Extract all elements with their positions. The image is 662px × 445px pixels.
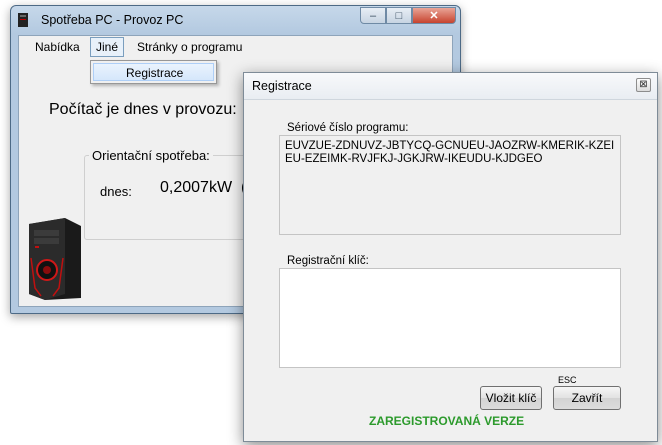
jine-dropdown-menu: Registrace bbox=[90, 60, 217, 84]
pc-case-image bbox=[29, 218, 81, 300]
menu-nabidka[interactable]: Nabídka bbox=[30, 40, 85, 54]
registration-key-field[interactable] bbox=[279, 268, 621, 368]
dialog-close-icon[interactable]: ⊠ bbox=[636, 78, 651, 92]
maximize-button[interactable]: □ bbox=[386, 7, 412, 24]
serial-number-field[interactable]: EUVZUE-ZDNUVZ-JBTYCQ-GCNUEU-JAOZRW-KMERI… bbox=[279, 135, 621, 235]
dialog-titlebar[interactable]: Registrace ⊠ bbox=[244, 73, 657, 100]
today-label: dnes: bbox=[100, 184, 132, 199]
minimize-button[interactable]: – bbox=[360, 7, 386, 24]
dialog-close-button[interactable]: Zavřít bbox=[553, 386, 621, 410]
uptime-label: Počítač je dnes v provozu: bbox=[49, 101, 237, 118]
caption-buttons: – □ ✕ bbox=[360, 7, 456, 25]
close-icon: ✕ bbox=[429, 10, 439, 22]
paste-key-button[interactable]: Vložit klíč bbox=[480, 386, 542, 410]
menu-bar: Nabídka Jiné Stránky o programu bbox=[19, 36, 452, 58]
window-title: Spotřeba PC - Provoz PC bbox=[41, 13, 184, 27]
registration-key-label: Registrační klíč: bbox=[287, 255, 369, 267]
maximize-icon: □ bbox=[395, 9, 403, 22]
consumption-group-title: Orientační spotřeba: bbox=[89, 148, 213, 163]
main-titlebar[interactable]: Spotřeba PC - Provoz PC – □ ✕ bbox=[11, 6, 460, 34]
dialog-title: Registrace bbox=[252, 79, 312, 93]
menu-item-registrace[interactable]: Registrace bbox=[93, 63, 214, 81]
serial-number-label: Sériové číslo programu: bbox=[287, 122, 409, 134]
menu-stranky-o-programu[interactable]: Stránky o programu bbox=[132, 40, 247, 54]
menu-jine[interactable]: Jiné bbox=[90, 37, 125, 57]
today-value: 0,2007kW bbox=[160, 179, 233, 196]
close-button[interactable]: ✕ bbox=[412, 7, 456, 24]
registration-dialog: Registrace ⊠ Sériové číslo programu: EUV… bbox=[243, 72, 658, 442]
registration-status: ZAREGISTROVANÁ VERZE bbox=[369, 414, 525, 428]
pc-tower-icon bbox=[18, 13, 28, 27]
minimize-icon: – bbox=[369, 9, 377, 22]
esc-hint: ESC bbox=[558, 375, 577, 385]
